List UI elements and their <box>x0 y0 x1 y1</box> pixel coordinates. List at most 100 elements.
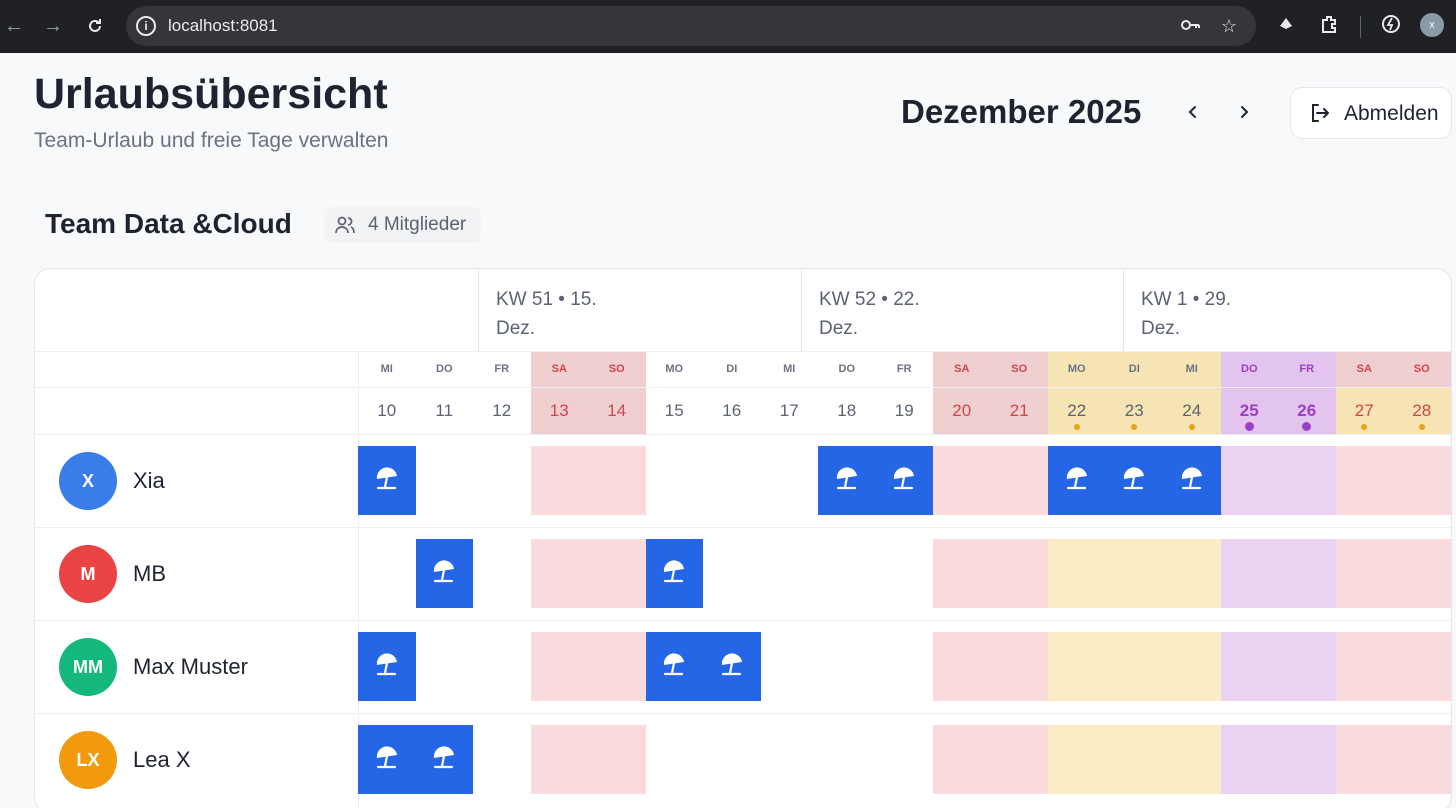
day-number: 22 <box>1048 387 1106 434</box>
grid-line <box>35 387 1451 388</box>
grid-line <box>35 351 1451 352</box>
beach-umbrella-icon <box>1064 467 1090 493</box>
day-abbr: SO <box>1011 363 1028 375</box>
day-abbr: DI <box>1128 363 1140 375</box>
url-text: localhost:8081 <box>168 16 278 35</box>
day-abbr: DO <box>1241 363 1258 375</box>
profile-avatar[interactable]: x <box>1420 13 1444 37</box>
beach-umbrella-icon <box>1121 467 1147 493</box>
day-number: 24 <box>1163 387 1221 434</box>
vacation-block[interactable] <box>645 539 703 608</box>
member-avatar: X <box>59 452 117 510</box>
vacation-block[interactable] <box>358 446 416 515</box>
week-label: KW 51 • 15. Dez. <box>496 289 597 339</box>
holiday-dot <box>1418 424 1425 430</box>
day-abbr: SO <box>1413 363 1430 375</box>
beach-umbrella-icon <box>374 746 400 772</box>
reload-icon[interactable] <box>83 14 107 38</box>
member-name: Xia <box>133 468 165 493</box>
day-number: 28 <box>1393 387 1451 434</box>
users-icon <box>335 216 355 234</box>
member-name: Max Muster <box>133 654 248 679</box>
prev-month-button[interactable] <box>1178 97 1208 127</box>
beach-umbrella-icon <box>834 467 860 493</box>
day-number: 27 <box>1336 387 1394 434</box>
holiday-dot <box>1244 422 1254 431</box>
vacation-block[interactable] <box>818 446 933 515</box>
vacation-block[interactable] <box>645 632 761 701</box>
vacation-block[interactable] <box>415 539 473 608</box>
day-number: 19 <box>894 401 914 420</box>
team-name: Team Data &Cloud <box>45 208 292 239</box>
day-abbr: FR <box>1299 363 1315 375</box>
beach-umbrella-icon <box>374 653 400 679</box>
toolbar-divider <box>1360 16 1361 38</box>
day-abbr: SA <box>954 363 970 375</box>
members-count: 4 Mitglieder <box>368 214 467 235</box>
day-abbr: MI <box>1185 363 1198 375</box>
day-number: 23 <box>1106 387 1164 434</box>
member-avatar: MM <box>59 638 117 696</box>
chevron-left-icon <box>1188 106 1196 118</box>
week-label: KW 52 • 22. Dez. <box>819 289 920 339</box>
day-number: 26 <box>1278 387 1336 434</box>
member-row: MM Max Muster <box>35 620 1451 713</box>
site-info-icon[interactable]: i <box>136 16 156 36</box>
address-bar[interactable]: i localhost:8081 ☆ <box>126 6 1256 46</box>
day-number: 15 <box>664 401 684 420</box>
holiday-dot <box>1131 424 1138 430</box>
vacation-block[interactable] <box>358 632 416 701</box>
day-number: 11 <box>435 401 454 420</box>
member-avatar: M <box>59 545 117 603</box>
day-abbr: FR <box>896 363 912 375</box>
day-number: 13 <box>549 401 569 420</box>
vacation-block[interactable] <box>1048 446 1221 515</box>
back-icon[interactable]: ← <box>2 14 26 38</box>
beach-umbrella-icon <box>891 467 917 493</box>
week-header-1: KW 1 • 29. Dez. <box>1123 269 1451 351</box>
holiday-dot <box>1073 424 1080 430</box>
member-name: Lea X <box>133 747 191 772</box>
chevron-right-icon <box>1241 106 1249 118</box>
day-number: 16 <box>722 401 742 420</box>
day-abbr: MO <box>665 363 684 375</box>
page-title: Urlaubsübersicht <box>34 70 388 118</box>
member-avatar: LX <box>59 731 117 789</box>
week-header-51: KW 51 • 15. Dez. <box>478 269 801 351</box>
day-abbr: SA <box>1356 363 1372 375</box>
day-number: 12 <box>492 401 512 420</box>
performance-icon[interactable] <box>1379 14 1403 38</box>
member-name: MB <box>133 561 166 586</box>
day-abbr: MO <box>1067 363 1086 375</box>
browser-toolbar: ← → i localhost:8081 ☆ x <box>0 0 1456 53</box>
extension-puzzle-alt-icon[interactable] <box>1274 14 1298 38</box>
vacation-block[interactable] <box>358 725 473 794</box>
key-icon[interactable] <box>1178 14 1202 38</box>
day-abbr: FR <box>494 363 510 375</box>
day-number: 14 <box>607 401 627 420</box>
member-row: X Xia <box>35 434 1451 527</box>
extensions-icon[interactable] <box>1317 14 1341 38</box>
day-abbr: SA <box>551 363 567 375</box>
logout-icon <box>1312 104 1329 122</box>
day-abbr: DO <box>838 363 856 375</box>
day-number: 21 <box>1009 401 1029 420</box>
day-number: 25 <box>1221 387 1279 434</box>
star-icon[interactable]: ☆ <box>1217 14 1241 38</box>
beach-umbrella-icon <box>431 746 457 772</box>
holiday-dot <box>1302 422 1312 431</box>
vacation-calendar: KW 51 • 15. Dez. KW 52 • 22. Dez. KW 1 •… <box>34 268 1452 808</box>
logout-label: Abmelden <box>1344 102 1439 125</box>
next-month-button[interactable] <box>1229 97 1259 127</box>
holiday-dot <box>1361 424 1368 430</box>
beach-umbrella-icon <box>374 467 400 493</box>
beach-umbrella-icon <box>661 653 687 679</box>
beach-umbrella-icon <box>1179 467 1205 493</box>
forward-icon[interactable]: → <box>41 14 65 38</box>
members-badge[interactable]: 4 Mitglieder <box>324 207 481 243</box>
day-abbr: MI <box>783 363 796 375</box>
logout-button[interactable]: Abmelden <box>1290 87 1452 139</box>
beach-umbrella-icon <box>431 560 457 586</box>
day-abbr: DO <box>436 363 453 375</box>
day-number: 10 <box>377 401 397 420</box>
